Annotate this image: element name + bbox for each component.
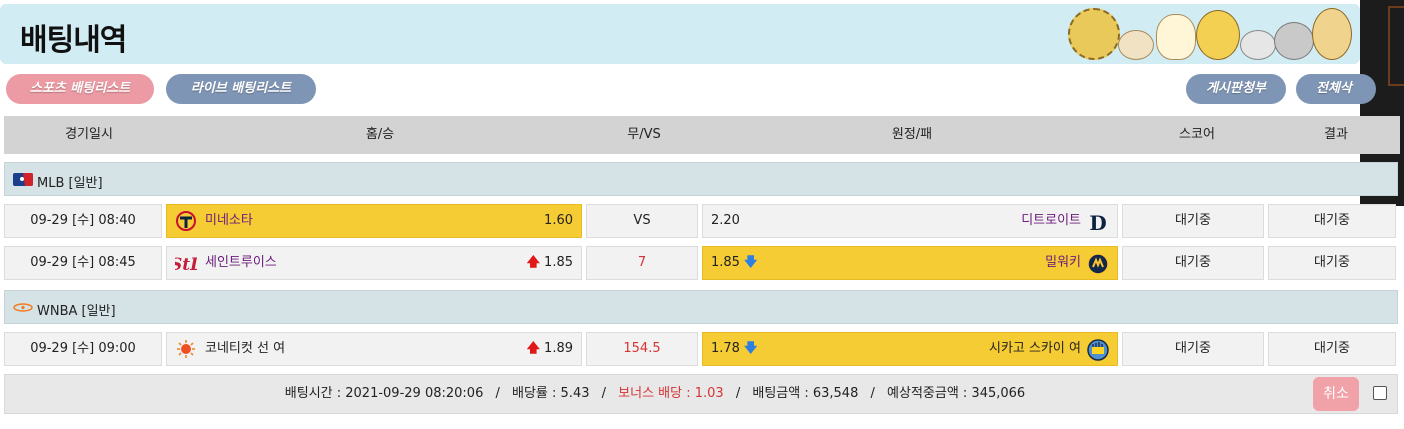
home-team-name: 미네소타 [205, 213, 253, 228]
draw-value: 154.5 [623, 341, 661, 356]
result-cell: 대기중 [1268, 246, 1396, 280]
svg-text:StL: StL [175, 255, 197, 273]
home-bet-cell[interactable]: 미네소타 1.60 [166, 204, 582, 238]
board-request-button[interactable]: 게시판청부 [1186, 74, 1286, 104]
odds-rate: 배당률 : 5.43 [512, 386, 590, 401]
select-checkbox[interactable] [1373, 386, 1387, 400]
game-datetime: 09-29 [수] 08:40 [4, 204, 162, 238]
away-odds: 1.78 [711, 341, 740, 356]
mascot-rabbit-icon [1156, 14, 1196, 60]
separator: / [870, 386, 875, 401]
home-team-name: 세인트루이스 [205, 255, 277, 270]
column-header-draw: 무/VS [627, 127, 661, 142]
draw-cell[interactable]: 7 [586, 246, 698, 280]
away-team-name: 시카고 스카이 여 [989, 341, 1081, 356]
away-odds: 2.20 [711, 213, 740, 228]
home-odds: 1.89 [544, 341, 573, 356]
table-header: 경기일시 홈/승 무/VS 원정/패 스코어 결과 [4, 116, 1400, 154]
svg-text:D: D [1089, 211, 1106, 233]
away-team-name: 디트로이트 [1021, 213, 1081, 228]
column-header-result: 결과 [1324, 127, 1348, 142]
mascot-lion-icon [1068, 8, 1120, 60]
odds-up-arrow-icon: 🡅 [526, 255, 541, 270]
draw-cell[interactable]: VS [586, 204, 698, 238]
cardinals-logo-icon: StL [175, 255, 197, 273]
column-header-datetime: 경기일시 [65, 127, 113, 142]
tigers-logo-icon: D [1089, 211, 1106, 233]
bonus-odds: 보너스 배당 : 1.03 [618, 386, 724, 401]
odds-down-arrow-icon: 🡇 [743, 255, 758, 270]
draw-value: 7 [637, 255, 647, 270]
bet-time: 배팅시간 : 2021-09-29 08:20:06 [284, 386, 484, 401]
result-cell: 대기중 [1268, 204, 1396, 238]
separator: / [601, 386, 607, 401]
twins-logo-icon [176, 211, 196, 231]
away-bet-cell[interactable]: 1.78 🡇 시카고 스카이 여 [702, 332, 1118, 366]
league-row-mlb: MLB [일반] [4, 162, 1398, 196]
connecticut-sun-logo-icon [177, 340, 195, 358]
page-title: 배팅내역 [20, 23, 127, 58]
delete-all-button[interactable]: 전체삭 [1296, 74, 1376, 104]
separator: / [735, 386, 741, 401]
away-bet-cell[interactable]: 1.85 🡇 밀워키 [702, 246, 1118, 280]
away-bet-cell[interactable]: 2.20 디트로이트 D [702, 204, 1118, 238]
league-row-wnba: WNBA [일반] [4, 290, 1398, 324]
home-odds: 1.85 [544, 255, 573, 270]
away-team-name: 밀워키 [1045, 255, 1081, 270]
score-cell: 대기중 [1122, 204, 1264, 238]
draw-cell[interactable]: 154.5 [586, 332, 698, 366]
mascot-tube-icon [1274, 22, 1314, 60]
home-bet-cell[interactable]: 코네티컷 선 여 🡅 1.89 [166, 332, 582, 366]
page-header: 배팅내역 [0, 4, 1360, 64]
mascot-muzi-icon [1312, 8, 1352, 60]
column-header-home: 홈/승 [365, 127, 395, 142]
league-name: WNBA [일반] [37, 304, 116, 319]
live-betting-list-button[interactable]: 라이브 배팅리스트 [166, 74, 316, 104]
cancel-button[interactable]: 취소 [1313, 377, 1359, 411]
column-header-away: 원정/패 [891, 127, 933, 142]
home-odds: 1.60 [544, 213, 573, 228]
mascot-ryan-icon [1196, 10, 1240, 60]
odds-down-arrow-icon: 🡇 [743, 341, 758, 356]
away-odds: 1.85 [711, 255, 740, 270]
bet-amount: 배팅금액 : 63,548 [752, 386, 859, 401]
bet-summary-text: 배팅시간 : 2021-09-29 08:20:06 / 배당률 : 5.43 … [5, 375, 1305, 413]
score-cell: 대기중 [1122, 332, 1264, 366]
game-datetime: 09-29 [수] 08:45 [4, 246, 162, 280]
mascot-banner [1060, 4, 1360, 64]
brewers-logo-icon [1087, 253, 1109, 275]
home-team-name: 코네티컷 선 여 [205, 341, 286, 356]
game-datetime: 09-29 [수] 09:00 [4, 332, 162, 366]
mascot-bird-icon [1118, 30, 1154, 60]
separator: / [495, 386, 500, 401]
odds-up-arrow-icon: 🡅 [526, 341, 541, 356]
bet-summary-bar: 배팅시간 : 2021-09-29 08:20:06 / 배당률 : 5.43 … [4, 374, 1398, 414]
league-name: MLB [일반] [37, 176, 103, 191]
side-banner-frame [1388, 6, 1404, 86]
wnba-flag-icon [13, 303, 33, 312]
home-bet-cell[interactable]: StL 세인트루이스 🡅1.85 [166, 246, 582, 280]
mlb-flag-icon [13, 173, 33, 186]
chicago-sky-logo-icon [1087, 339, 1109, 361]
score-cell: 대기중 [1122, 246, 1264, 280]
column-header-score: 스코어 [1179, 127, 1215, 142]
draw-value: VS [633, 213, 651, 228]
result-cell: 대기중 [1268, 332, 1396, 366]
expected-win-amount: 예상적중금액 : 345,066 [887, 386, 1026, 401]
mascot-frodo-icon [1240, 30, 1276, 60]
sports-betting-list-button[interactable]: 스포츠 배팅리스트 [6, 74, 154, 104]
